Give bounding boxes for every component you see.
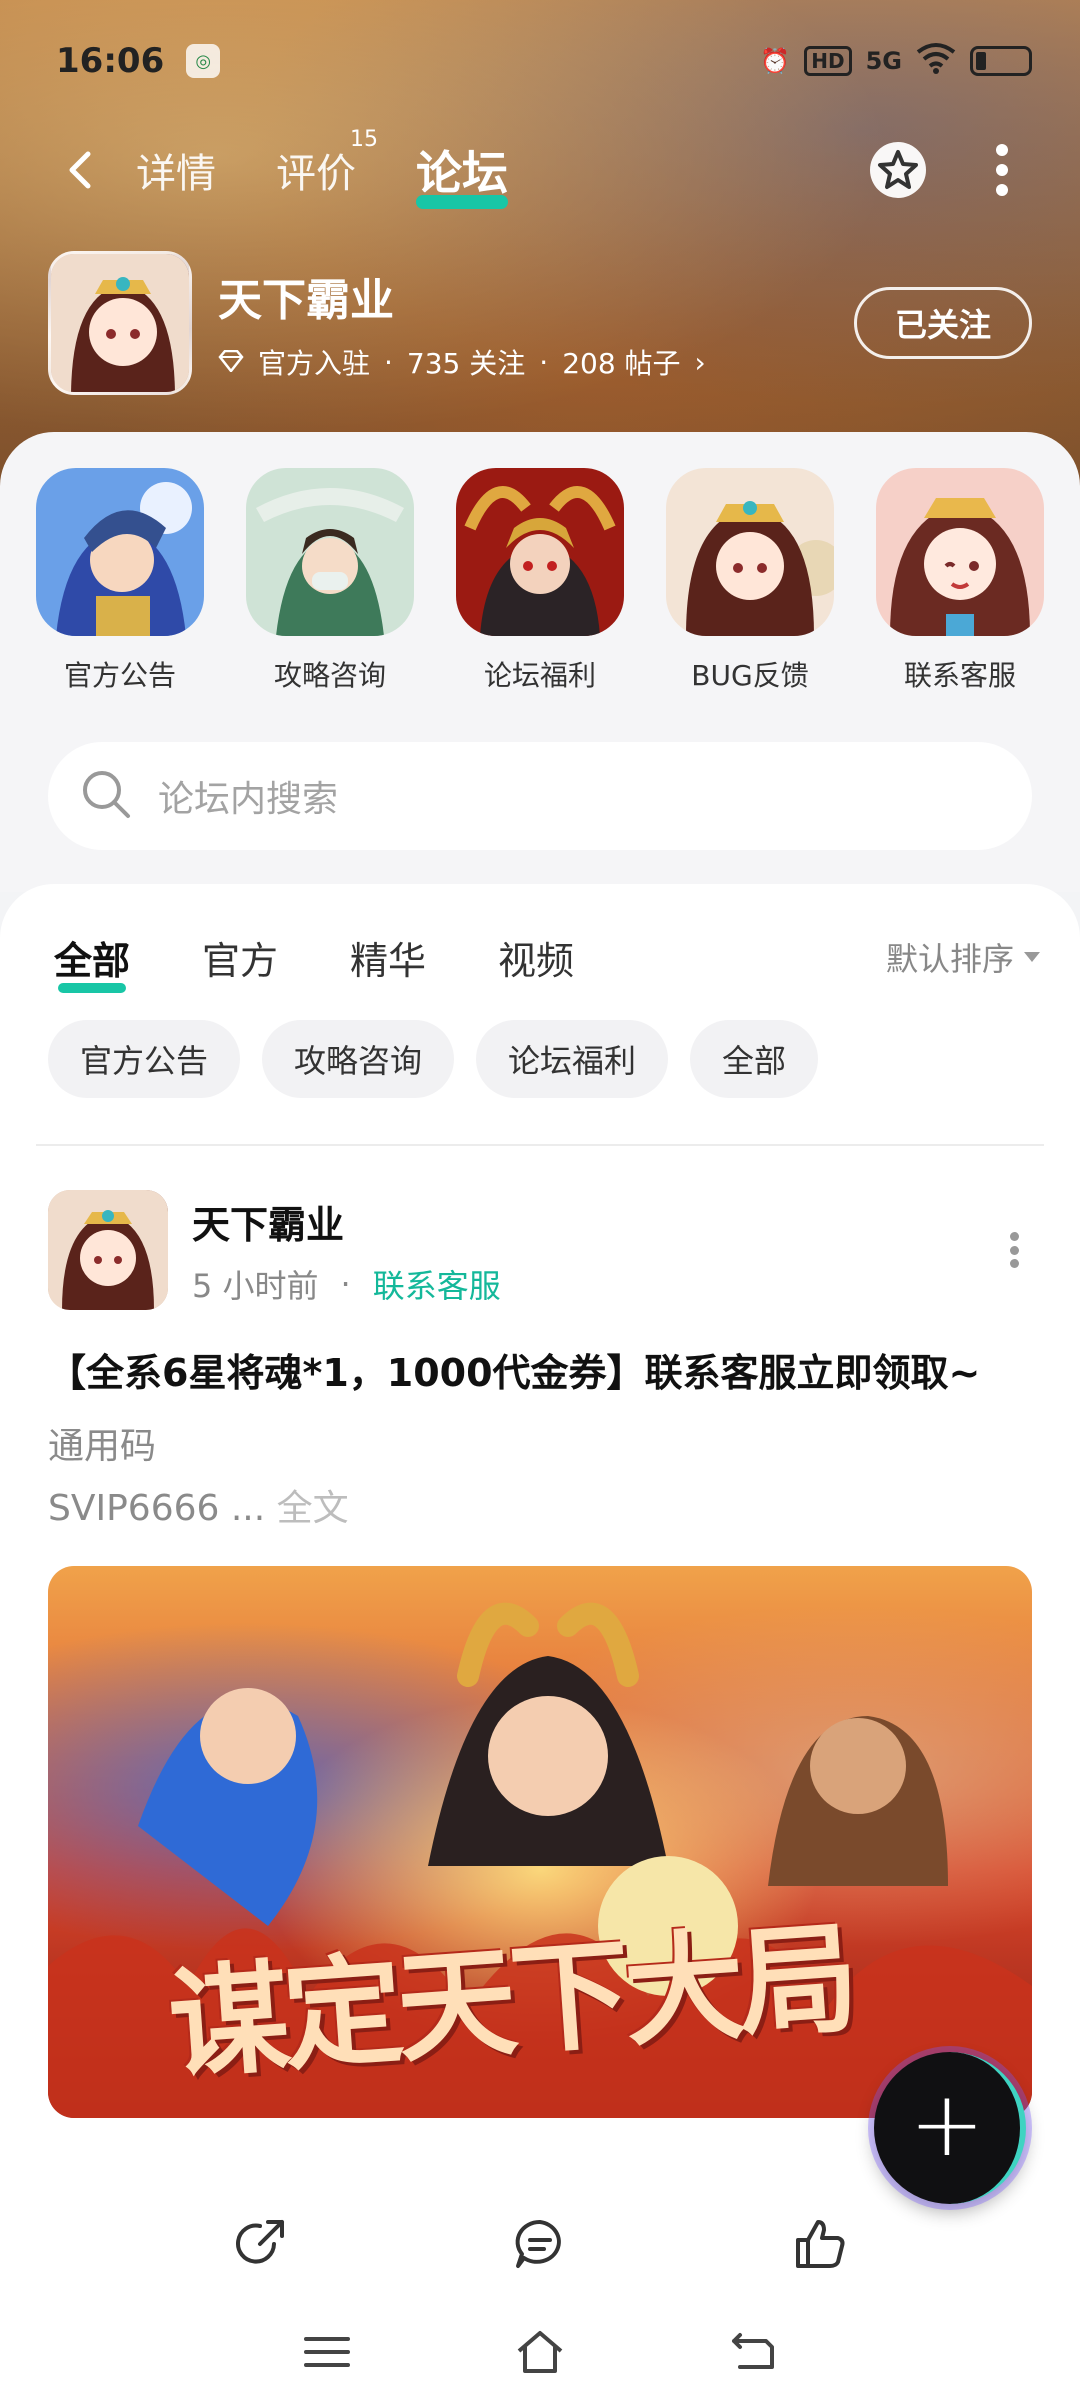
- post-header: 天下霸业 5 小时前 · 联系客服: [48, 1188, 1032, 1312]
- quick-link-bug-report[interactable]: BUG反馈: [666, 468, 834, 694]
- sort-dropdown[interactable]: 默认排序: [886, 934, 1040, 980]
- status-time: 16:06: [56, 41, 165, 81]
- post-body-line: SVIP6666 ... 全文: [48, 1478, 1032, 1540]
- game-name: 天下霸业: [218, 275, 394, 326]
- quick-link-label: 联系客服: [903, 659, 1016, 692]
- post-code: SVIP6666 ...: [48, 1488, 266, 1529]
- quick-link-label: 攻略咨询: [273, 659, 386, 692]
- feed-tab-official[interactable]: 官方: [202, 930, 278, 985]
- chip-guide[interactable]: 攻略咨询: [262, 1020, 455, 1098]
- welfare-image: [456, 468, 624, 636]
- official-label: 官方入驻: [258, 347, 371, 380]
- quick-link-guide[interactable]: 攻略咨询: [246, 468, 414, 694]
- back-nav-icon[interactable]: [726, 2325, 780, 2379]
- quick-links: 官方公告 攻略咨询 论坛福利 BUG反馈 联系客服: [36, 468, 1044, 694]
- network-label: 5G: [865, 47, 902, 75]
- quick-link-support[interactable]: 联系客服: [876, 468, 1044, 694]
- forum-search-bar[interactable]: 论坛内搜索: [48, 742, 1032, 850]
- menu-icon[interactable]: [300, 2325, 354, 2379]
- support-image: [876, 468, 1044, 636]
- sim-icon: ◎: [186, 44, 221, 78]
- tab-forum-label: 论坛: [416, 146, 508, 200]
- post-author-info: 天下霸业 5 小时前 · 联系客服: [192, 1194, 501, 1307]
- chip-all[interactable]: 全部: [690, 1020, 819, 1098]
- tab-reviews-label: 评价: [276, 151, 356, 197]
- game-avatar[interactable]: [48, 251, 192, 395]
- divider: [36, 1144, 1044, 1146]
- tab-reviews[interactable]: 评价 15: [276, 127, 378, 199]
- bug-report-image: [666, 468, 834, 636]
- quick-link-welfare[interactable]: 论坛福利: [456, 468, 624, 694]
- post-feed: 全部 官方 精华 视频 默认排序 官方公告 攻略咨询 论坛福利 全部 天下霸业 …: [0, 884, 1080, 2184]
- chip-announcement[interactable]: 官方公告: [48, 1020, 241, 1098]
- tab-details-label: 详情: [136, 151, 216, 197]
- post-more-icon[interactable]: [1010, 1232, 1020, 1268]
- dot-separator: ·: [384, 345, 393, 379]
- follow-button[interactable]: 已关注: [854, 287, 1032, 359]
- post-card[interactable]: 天下霸业 5 小时前 · 联系客服 【全系6星将魂*1，1000代金券】联系客服…: [48, 1188, 1032, 2118]
- game-info: 天下霸业 官方入驻 · 735 关注 · 208 帖子 › 已关注: [48, 250, 1032, 396]
- full-text-link[interactable]: 全文: [277, 1488, 349, 1529]
- favorite-star-icon[interactable]: [866, 138, 930, 202]
- forum-top-sheet: 官方公告 攻略咨询 论坛福利 BUG反馈 联系客服 论坛内搜索: [0, 432, 1080, 892]
- author-avatar[interactable]: [48, 1190, 168, 1310]
- announcement-image: [36, 468, 204, 636]
- tab-details[interactable]: 详情: [136, 141, 216, 199]
- game-meta: 天下霸业 官方入驻 · 735 关注 · 208 帖子 ›: [218, 264, 706, 382]
- quick-link-announcement[interactable]: 官方公告: [36, 468, 204, 694]
- quick-link-label: BUG反馈: [691, 659, 809, 692]
- comment-icon[interactable]: [510, 2214, 570, 2274]
- back-icon[interactable]: [60, 148, 104, 192]
- feed-tab-video[interactable]: 视频: [498, 930, 574, 985]
- page-tabs: 详情 评价 15 论坛: [136, 127, 508, 210]
- category-chips: 官方公告 攻略咨询 论坛福利 全部: [48, 1020, 819, 1098]
- game-stats[interactable]: 官方入驻 · 735 关注 · 208 帖子 ›: [218, 342, 706, 382]
- top-nav: 详情 评价 15 论坛: [0, 127, 1080, 210]
- quick-link-label: 官方公告: [63, 659, 176, 692]
- post-body-line: 通用码: [48, 1426, 157, 1467]
- post-body[interactable]: 通用码 SVIP6666 ... 全文: [48, 1416, 1032, 1540]
- post-action-bar: [0, 2184, 1080, 2304]
- system-nav-bar: [0, 2304, 1080, 2400]
- guide-image: [246, 468, 414, 636]
- hd-icon: HD: [804, 46, 852, 76]
- feed-tab-featured[interactable]: 精华: [350, 930, 426, 985]
- post-category[interactable]: 联系客服: [373, 1261, 501, 1307]
- share-icon[interactable]: [230, 2214, 290, 2274]
- author-name[interactable]: 天下霸业: [192, 1194, 501, 1249]
- post-title[interactable]: 【全系6星将魂*1，1000代金券】联系客服立即领取~: [48, 1342, 1032, 1404]
- like-icon[interactable]: [790, 2214, 850, 2274]
- alarm-icon: ⏰: [760, 47, 791, 75]
- chip-welfare[interactable]: 论坛福利: [476, 1020, 669, 1098]
- caret-down-icon: [1024, 952, 1040, 962]
- plus-icon: +: [909, 2072, 985, 2177]
- search-placeholder: 论坛内搜索: [158, 779, 339, 820]
- official-badge-icon: [218, 346, 244, 379]
- tab-forum[interactable]: 论坛: [416, 137, 508, 209]
- quick-link-label: 论坛福利: [483, 659, 596, 692]
- follow-count: 735 关注: [406, 347, 526, 380]
- dot-separator: ·: [340, 1264, 351, 1303]
- home-icon[interactable]: [513, 2325, 567, 2379]
- new-post-button[interactable]: +: [874, 2052, 1026, 2204]
- post-count: 208 帖子: [562, 347, 681, 380]
- status-bar: 16:06 ◎ ⏰ HD 5G: [56, 36, 1032, 86]
- wifi-icon: [916, 42, 956, 80]
- post-time: 5 小时前: [192, 1266, 319, 1305]
- post-meta: 5 小时前 · 联系客服: [192, 1261, 501, 1307]
- sort-label: 默认排序: [885, 940, 1014, 978]
- status-right: ⏰ HD 5G: [760, 42, 1032, 80]
- search-icon: [78, 766, 134, 826]
- dot-separator: ·: [539, 345, 549, 379]
- battery-icon: [970, 46, 1032, 76]
- chevron-right-icon: ›: [694, 345, 706, 379]
- post-image[interactable]: 谋定天下大局: [48, 1566, 1032, 2118]
- more-options-icon[interactable]: [996, 144, 1008, 196]
- feed-tab-all[interactable]: 全部: [54, 930, 130, 993]
- feed-tabs: 全部 官方 精华 视频 默认排序: [54, 922, 1040, 993]
- reviews-count-badge: 15: [350, 127, 378, 152]
